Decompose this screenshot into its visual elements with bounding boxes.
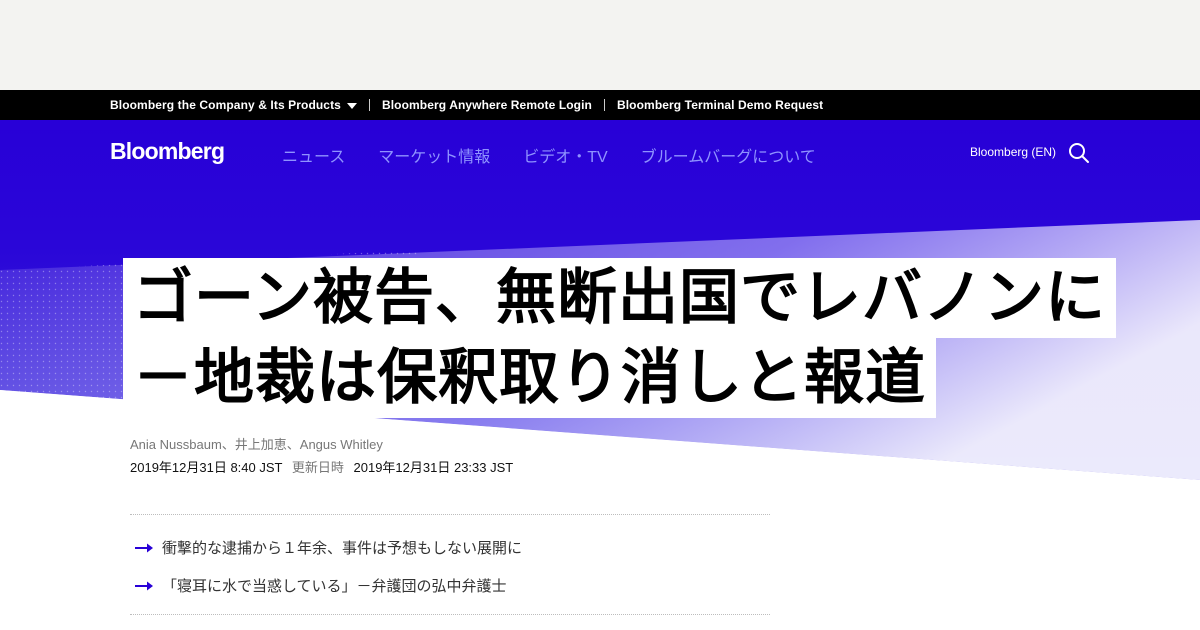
search-icon[interactable]: [1068, 142, 1090, 164]
nav-links: ニュース マーケット情報 ビデオ・TV ブルームバーグについて: [282, 143, 849, 167]
top-bar-anywhere-login[interactable]: Bloomberg Anywhere Remote Login: [382, 98, 592, 112]
related-story-title: 「寝耳に水で当惑している」－弁護団の弘中弁護士: [162, 578, 507, 595]
related-story-link[interactable]: 「寝耳に水で当惑している」－弁護団の弘中弁護士: [130, 575, 507, 596]
separator: [603, 99, 605, 111]
article-headline: ゴーン被告、無断出国でレバノンに －地裁は保釈取り消しと報道: [123, 258, 1116, 418]
caret-down-icon: [346, 102, 357, 109]
headline-line-1: ゴーン被告、無断出国でレバノンに: [123, 258, 1116, 338]
top-bar-item-label: Bloomberg Terminal Demo Request: [616, 98, 824, 112]
related-story-link[interactable]: 衝撃的な逮捕から１年余、事件は予想もしない展開に: [130, 537, 522, 558]
headline-line-2: －地裁は保釈取り消しと報道: [123, 338, 936, 418]
published-time: 2019年12月31日 8:40 JST: [130, 460, 283, 475]
updated-label: 更新日時: [291, 460, 344, 475]
top-bar-item-label: Bloomberg Anywhere Remote Login: [381, 98, 592, 112]
nav-link-video-tv[interactable]: ビデオ・TV: [523, 143, 607, 167]
edition-switcher[interactable]: Bloomberg (EN): [970, 145, 1056, 159]
bloomberg-logo[interactable]: Bloomberg: [110, 138, 225, 165]
arrow-right-icon: [135, 581, 153, 590]
corporate-top-bar: Bloomberg the Company & Its Products Blo…: [0, 90, 1200, 120]
updated-time: 2019年12月31日 23:33 JST: [353, 460, 514, 475]
ad-space: [0, 0, 1200, 90]
related-stories: 衝撃的な逮捕から１年余、事件は予想もしない展開に 「寝耳に水で当惑している」－弁…: [130, 514, 770, 615]
separator: [368, 99, 370, 111]
top-bar-item-label: Bloomberg the Company & Its Products: [110, 98, 341, 112]
related-story-title: 衝撃的な逮捕から１年余、事件は予想もしない展開に: [162, 540, 523, 557]
article-dateline: 2019年12月31日 8:40 JST 更新日時 2019年12月31日 23…: [130, 457, 513, 476]
main-navigation: Bloomberg ニュース マーケット情報 ビデオ・TV ブルームバーグについ…: [0, 120, 1200, 184]
article-byline[interactable]: Ania Nussbaum、井上加恵、Angus Whitley: [130, 434, 383, 453]
arrow-right-icon: [135, 543, 153, 552]
top-bar-company-products[interactable]: Bloomberg the Company & Its Products: [110, 98, 357, 112]
top-bar-terminal-demo[interactable]: Bloomberg Terminal Demo Request: [617, 98, 823, 112]
nav-link-news[interactable]: ニュース: [282, 143, 345, 167]
nav-link-about[interactable]: ブルームバーグについて: [641, 143, 816, 167]
nav-link-markets[interactable]: マーケット情報: [378, 143, 490, 167]
